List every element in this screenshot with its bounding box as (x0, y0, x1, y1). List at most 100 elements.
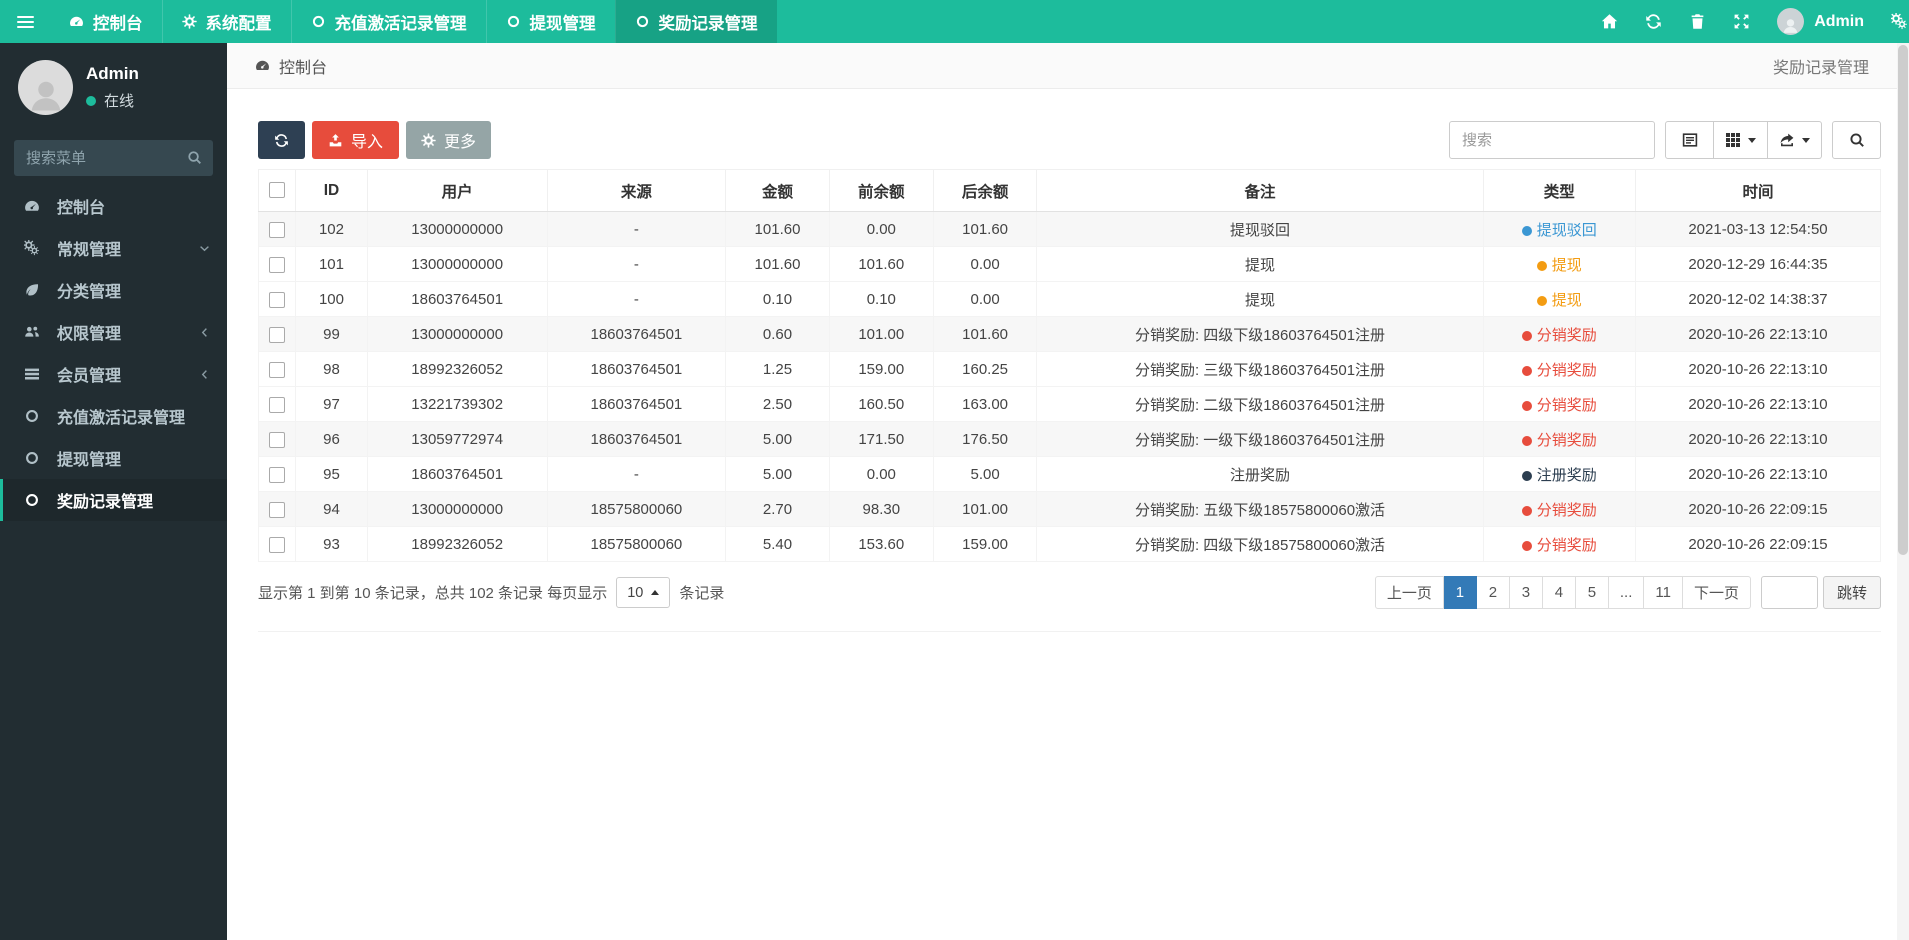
navbar-tab[interactable]: 系统配置 (161, 0, 291, 43)
cell-type: 分销奖励 (1482, 351, 1637, 387)
cell-type: 提现驳回 (1482, 211, 1637, 247)
cell-user: 18603764501 (366, 456, 548, 492)
cell-amount: 101.60 (725, 246, 830, 282)
select-all-checkbox[interactable] (269, 182, 286, 199)
sidebar-search-input[interactable] (14, 140, 213, 176)
table-row[interactable]: 101 13000000000 - 101.60 101.60 0.00 提现 … (257, 246, 1881, 282)
cell-source: - (546, 211, 727, 247)
table-row[interactable]: 99 13000000000 18603764501 0.60 101.00 1… (257, 316, 1881, 352)
cell-after-balance: 101.00 (932, 491, 1038, 527)
prev-page-button[interactable]: 上一页 (1374, 576, 1444, 609)
sidebar-item[interactable]: 提现管理 (0, 437, 227, 479)
sidebar-item[interactable]: 奖励记录管理 (0, 479, 227, 521)
jump-page-input[interactable] (1760, 576, 1818, 609)
cell-type: 分销奖励 (1482, 526, 1637, 562)
pagination-controls: 上一页 1 2 3 4 5... 11 下一页 跳转 (1374, 576, 1881, 609)
cell-remark: 注册奖励 (1036, 456, 1484, 492)
type-dot-icon (1536, 260, 1547, 271)
search-button[interactable] (1832, 121, 1881, 159)
row-checkbox[interactable] (269, 256, 286, 273)
circle-icon (24, 408, 46, 424)
table-row[interactable]: 98 18992326052 18603764501 1.25 159.00 1… (257, 351, 1881, 387)
export-dropdown-button[interactable] (1768, 121, 1822, 159)
sidebar-item[interactable]: 权限管理 (0, 311, 227, 353)
page-number-button[interactable]: 1 (1443, 576, 1477, 609)
trash-icon[interactable] (1689, 13, 1706, 30)
admin-menu[interactable]: Admin (1777, 8, 1864, 35)
columns-dropdown-button[interactable] (1714, 121, 1768, 159)
breadcrumb[interactable]: 控制台 (255, 54, 327, 78)
table-row[interactable]: 93 18992326052 18575800060 5.40 153.60 1… (257, 526, 1881, 562)
navbar-tab[interactable]: 控制台 (50, 0, 162, 43)
refresh-icon[interactable] (1645, 13, 1662, 30)
pagination-summary: 显示第 1 到第 10 条记录，总共 102 条记录 每页显示 10 条记录 (258, 577, 724, 608)
page-number-button[interactable]: 3 (1509, 576, 1543, 609)
jump-button[interactable]: 跳转 (1822, 576, 1881, 609)
row-checkbox[interactable] (269, 361, 286, 378)
sidebar-item-label: 提现管理 (57, 452, 122, 469)
scrollbar-thumb[interactable] (1898, 45, 1908, 555)
cell-remark: 分销奖励: 四级下级18603764501注册 (1036, 316, 1484, 352)
next-page-button[interactable]: 下一页 (1682, 576, 1751, 609)
sidebar-toggle-button[interactable] (0, 0, 50, 43)
column-header: 金额 (725, 169, 830, 212)
row-checkbox[interactable] (269, 291, 286, 308)
table-search-input[interactable] (1449, 121, 1655, 159)
cell-time: 2020-12-02 14:38:37 (1635, 281, 1881, 317)
table-header-row: ID 用户 来源 金额 前余额 后余额 备注 类型 时间 (257, 169, 1881, 212)
circle-icon (24, 450, 46, 466)
fullscreen-icon[interactable] (1733, 13, 1750, 30)
sidebar-item[interactable]: 分类管理 (0, 269, 227, 311)
tachometer-icon (69, 14, 84, 29)
table-row[interactable]: 94 13000000000 18575800060 2.70 98.30 10… (257, 491, 1881, 527)
toolbar-left: 导入 更多 (258, 121, 492, 159)
page-number-button[interactable]: 4 (1542, 576, 1576, 609)
sidebar-item[interactable]: 充值激活记录管理 (0, 395, 227, 437)
circle-icon (311, 14, 326, 29)
import-label: 导入 (351, 134, 384, 151)
row-checkbox[interactable] (269, 466, 286, 483)
detail-view-button[interactable] (1665, 121, 1714, 159)
navbar-tab[interactable]: 提现管理 (485, 0, 615, 43)
import-button[interactable]: 导入 (312, 121, 400, 159)
export-icon (1779, 132, 1795, 148)
sidebar-item[interactable]: 常规管理 (0, 227, 227, 269)
table-row[interactable]: 100 18603764501 - 0.10 0.10 0.00 提现 提现 2… (257, 281, 1881, 317)
settings-gears-icon[interactable] (1891, 13, 1908, 30)
cell-amount: 1.25 (725, 351, 830, 387)
sidebar-search (14, 140, 213, 176)
row-checkbox[interactable] (269, 431, 286, 448)
row-checkbox[interactable] (269, 501, 286, 518)
refresh-button[interactable] (258, 121, 305, 159)
cell-id: 101 (295, 246, 368, 282)
cell-time: 2020-10-26 22:13:10 (1635, 351, 1881, 387)
page-size-dropdown[interactable]: 10 (616, 577, 671, 608)
row-checkbox[interactable] (269, 536, 286, 553)
search-icon[interactable] (187, 150, 202, 165)
cell-before-balance: 0.10 (828, 281, 934, 317)
row-checkbox[interactable] (269, 221, 286, 238)
table-row[interactable]: 97 13221739302 18603764501 2.50 160.50 1… (257, 386, 1881, 422)
page-number-button[interactable]: 2 (1476, 576, 1510, 609)
page-number-button[interactable]: 5 (1575, 576, 1609, 609)
cell-user: 13221739302 (366, 386, 548, 422)
cell-time: 2020-10-26 22:13:10 (1635, 456, 1881, 492)
table-row[interactable]: 96 13059772974 18603764501 5.00 171.50 1… (257, 421, 1881, 457)
table-row[interactable]: 95 18603764501 - 5.00 0.00 5.00 注册奖励 注册奖… (257, 456, 1881, 492)
page-number-button[interactable]: 11 (1644, 576, 1683, 609)
navbar-tab[interactable]: 充值激活记录管理 (290, 0, 486, 43)
cell-time: 2020-10-26 22:13:10 (1635, 316, 1881, 352)
row-checkbox[interactable] (269, 326, 286, 343)
more-button[interactable]: 更多 (406, 121, 492, 159)
sidebar: Admin 在线 控制台 常规管理 分类管理 权限管理 会员管理 充值激活记录管… (0, 43, 227, 940)
sidebar-item[interactable]: 控制台 (0, 185, 227, 227)
breadcrumb-home[interactable]: 控制台 (279, 54, 327, 78)
dashboard-icon (255, 58, 270, 73)
home-icon[interactable] (1601, 13, 1618, 30)
cell-user: 18992326052 (366, 351, 548, 387)
type-label: 提现 (1551, 256, 1582, 274)
row-checkbox[interactable] (269, 396, 286, 413)
table-row[interactable]: 102 13000000000 - 101.60 0.00 101.60 提现驳… (257, 211, 1881, 247)
sidebar-item[interactable]: 会员管理 (0, 353, 227, 395)
navbar-tab[interactable]: 奖励记录管理 (614, 0, 777, 43)
